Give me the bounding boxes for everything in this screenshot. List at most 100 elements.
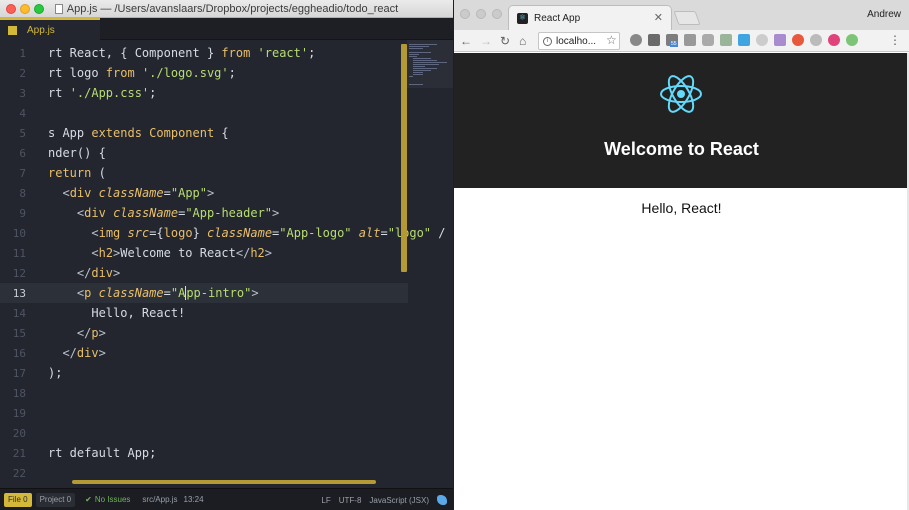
minimize-window-button[interactable] (20, 4, 30, 14)
line-number[interactable]: 1 (0, 47, 26, 60)
squirrel-icon[interactable] (437, 495, 447, 505)
grammar-selector[interactable]: JavaScript (JSX) (369, 496, 429, 505)
home-icon[interactable]: ⌂ (519, 33, 526, 49)
line-number[interactable]: 4 (0, 107, 26, 120)
line-number[interactable]: 12 (0, 267, 26, 280)
code-line[interactable]: 9 <div className="App-header"> (0, 203, 408, 223)
code-line[interactable]: 18 (0, 383, 408, 403)
browser-minimize-button[interactable] (476, 9, 486, 19)
tab-app-js[interactable]: App.js (0, 18, 100, 40)
line-ending[interactable]: LF (321, 496, 330, 505)
extension-camera-icon[interactable] (702, 34, 714, 46)
extension-puzzle-icon[interactable] (774, 34, 786, 46)
line-number[interactable]: 17 (0, 367, 26, 380)
line-number[interactable]: 3 (0, 87, 26, 100)
line-number[interactable]: 16 (0, 347, 26, 360)
extension-info-icon[interactable] (630, 34, 642, 46)
new-tab-button[interactable] (673, 11, 701, 25)
line-number[interactable]: 8 (0, 187, 26, 200)
line-number[interactable]: 5 (0, 127, 26, 140)
code-line[interactable]: 2 rt logo from './logo.svg'; (0, 63, 408, 83)
code-line[interactable]: 11 <h2>Welcome to React</h2> (0, 243, 408, 263)
code-text[interactable]: rt React, { Component } from 'react'; (48, 46, 315, 60)
code-text[interactable]: <h2>Welcome to React</h2> (48, 246, 272, 260)
code-line[interactable]: 10 <img src={logo} className="App-logo" … (0, 223, 446, 243)
close-tab-icon[interactable]: ✕ (654, 11, 663, 24)
code-line[interactable]: 4 (0, 103, 408, 123)
code-line[interactable]: 6 nder() { (0, 143, 408, 163)
info-icon[interactable]: i (543, 36, 552, 46)
code-line[interactable]: 16 </div> (0, 343, 408, 363)
back-arrow-icon[interactable]: ← (460, 33, 472, 49)
extension-grey-icon[interactable] (810, 34, 822, 46)
line-number[interactable]: 13 (0, 287, 26, 300)
reload-icon[interactable]: ↻ (500, 33, 510, 49)
code-editor[interactable]: 1 rt React, { Component } from 'react'; 2 r… (0, 40, 453, 488)
file-path[interactable]: src/App.js (142, 495, 177, 504)
extension-pocket-icon[interactable] (684, 34, 696, 46)
browser-tab[interactable]: ⚛ React App ✕ (508, 5, 672, 30)
code-text[interactable]: rt default App; (48, 446, 156, 460)
line-number[interactable]: 6 (0, 147, 26, 160)
extension-alert-icon[interactable] (792, 34, 804, 46)
line-number[interactable]: 21 (0, 447, 26, 460)
line-number[interactable]: 19 (0, 407, 26, 420)
code-text[interactable]: </p> (48, 326, 106, 340)
url-text[interactable]: localho... (556, 36, 596, 47)
code-line[interactable]: 15 </p> (0, 323, 408, 343)
code-line[interactable]: 13 <p className="App-intro"> (0, 283, 408, 303)
code-line[interactable]: 17); (0, 363, 408, 383)
profile-button[interactable]: Andrew (867, 9, 901, 20)
file-count-badge[interactable]: File 0 (4, 492, 32, 507)
code-line[interactable]: 14 Hello, React! (0, 303, 408, 323)
browser-zoom-button[interactable] (492, 9, 502, 19)
file-encoding[interactable]: UTF-8 (339, 496, 362, 505)
forward-arrow-icon[interactable]: → (480, 33, 492, 49)
code-line[interactable]: 3 rt './App.css'; (0, 83, 408, 103)
line-number[interactable]: 14 (0, 307, 26, 320)
kebab-menu-icon[interactable]: ⋮ (889, 33, 901, 47)
project-count-badge[interactable]: Project 0 (35, 492, 76, 507)
zoom-window-button[interactable] (34, 4, 44, 14)
code-text[interactable]: ); (48, 366, 62, 380)
browser-close-button[interactable] (460, 9, 470, 19)
code-line[interactable]: 8 <div className="App"> (0, 183, 408, 203)
code-text[interactable]: rt './App.css'; (48, 86, 156, 100)
code-text[interactable]: <div className="App"> (48, 186, 214, 200)
extension-circle-icon[interactable] (756, 34, 768, 46)
code-text[interactable]: Hello, React! (48, 306, 185, 320)
line-number[interactable]: 22 (0, 467, 26, 480)
extension-evernote-icon[interactable] (648, 34, 660, 46)
code-text[interactable]: s App extends Component { (48, 126, 229, 140)
code-line[interactable]: 7 return ( (0, 163, 408, 183)
code-text[interactable]: </div> (48, 346, 105, 360)
code-line[interactable]: 5 s App extends Component { (0, 123, 408, 143)
code-line[interactable]: 19 (0, 403, 408, 423)
line-number[interactable]: 10 (0, 227, 26, 240)
code-text[interactable]: <img src={logo} className="App-logo" alt… (48, 226, 445, 240)
code-line[interactable]: 21 rt default App; (0, 443, 408, 463)
code-line[interactable]: 20 (0, 423, 408, 443)
code-line[interactable]: 1 rt React, { Component } from 'react'; (0, 43, 408, 63)
line-number[interactable]: 15 (0, 327, 26, 340)
code-text[interactable]: nder() { (48, 146, 106, 160)
extension-pink-icon[interactable] (828, 34, 840, 46)
line-number[interactable]: 20 (0, 427, 26, 440)
extension-green-icon[interactable] (720, 34, 732, 46)
code-text[interactable]: return ( (48, 166, 106, 180)
bookmark-star-icon[interactable]: ☆ (606, 33, 617, 47)
line-number[interactable]: 7 (0, 167, 26, 180)
linter-status[interactable]: ✔ No Issues (85, 495, 130, 504)
extension-grid-icon[interactable]: 55 (666, 34, 678, 47)
code-line[interactable]: 12 </div> (0, 263, 408, 283)
line-number[interactable]: 9 (0, 207, 26, 220)
line-number[interactable]: 18 (0, 387, 26, 400)
close-window-button[interactable] (6, 4, 16, 14)
code-text[interactable]: <div className="App-header"> (48, 206, 279, 220)
line-number[interactable]: 11 (0, 247, 26, 260)
extension-trello-icon[interactable] (738, 34, 750, 46)
line-number[interactable]: 2 (0, 67, 26, 80)
cursor-position[interactable]: 13:24 (184, 495, 204, 504)
code-text[interactable]: </div> (48, 266, 120, 280)
code-text[interactable]: rt logo from './logo.svg'; (48, 66, 236, 80)
